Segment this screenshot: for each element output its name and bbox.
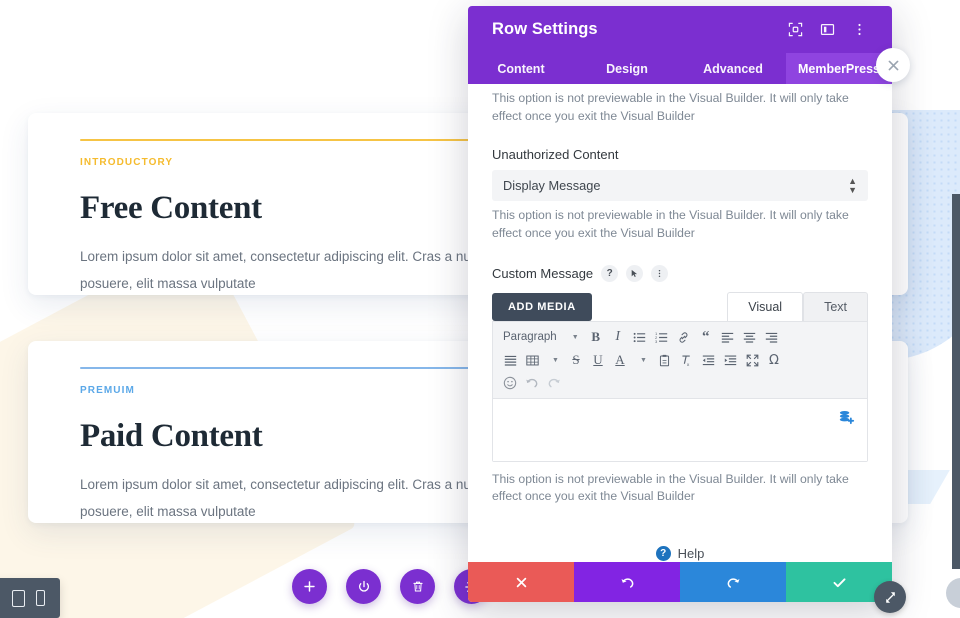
trash-button[interactable] [400, 569, 435, 604]
strikethrough-icon[interactable]: S [565, 350, 587, 371]
resize-diagonal-icon [885, 591, 895, 603]
align-center-icon[interactable] [739, 327, 761, 348]
redo-button[interactable] [680, 562, 786, 602]
hint-top: This option is not previewable in the Vi… [492, 91, 849, 123]
modal-header: Row Settings [468, 6, 892, 53]
emoji-icon[interactable] [499, 373, 521, 394]
editor-toolbar-row-2: ▼ S U A ▼ x Ω [499, 349, 861, 372]
tab-content[interactable]: Content [468, 53, 574, 84]
builder-action-buttons [292, 569, 489, 604]
tablet-icon[interactable] [11, 589, 25, 607]
layout-panel-icon[interactable] [814, 17, 840, 43]
special-character-icon[interactable]: Ω [763, 350, 785, 371]
blockquote-icon[interactable]: “ [695, 327, 717, 348]
focus-icon[interactable] [782, 17, 808, 43]
align-right-icon[interactable] [761, 327, 783, 348]
help-label: Help [677, 546, 705, 562]
svg-text:x: x [686, 363, 689, 367]
clear-formatting-icon[interactable]: x [675, 350, 697, 371]
power-button[interactable] [346, 569, 381, 604]
add-media-button[interactable]: ADD MEDIA [492, 292, 592, 321]
redo-icon [727, 577, 739, 588]
editor-content-area[interactable] [493, 398, 867, 461]
undo-icon [621, 577, 633, 588]
text-color-icon[interactable]: A [609, 350, 631, 371]
format-select[interactable]: Paragraph [499, 327, 563, 348]
close-icon [516, 577, 526, 587]
numbered-list-icon[interactable]: 123 [651, 327, 673, 348]
custom-message-hint: This option is not previewable in the Vi… [492, 471, 849, 504]
cancel-button[interactable] [468, 562, 574, 602]
unauthorized-content-value: Display Message [503, 178, 601, 194]
more-vertical-icon[interactable] [846, 17, 872, 43]
format-select-caret[interactable]: ▼ [563, 327, 585, 348]
chevron-updown-icon: ▲ ▼ [848, 175, 857, 195]
tab-text[interactable]: Text [803, 291, 868, 321]
database-add-icon[interactable] [838, 409, 855, 431]
more-vertical-icon[interactable] [651, 264, 669, 282]
table-icon[interactable] [521, 350, 543, 371]
tab-visual[interactable]: Visual [727, 291, 804, 321]
modal-title: Row Settings [492, 20, 598, 38]
indent-icon[interactable] [719, 350, 741, 371]
link-icon[interactable] [673, 327, 695, 348]
cursor-pointer-icon[interactable] [626, 264, 644, 282]
help-question-icon[interactable]: ? [601, 264, 619, 282]
resize-handle[interactable] [874, 581, 906, 613]
undo-icon[interactable] [521, 373, 543, 394]
align-justify-icon[interactable] [499, 350, 521, 371]
trash-icon [412, 581, 423, 592]
screen: INTRODUCTORY Free Content Lorem ipsum do… [0, 0, 960, 618]
bulleted-list-icon[interactable] [629, 327, 651, 348]
help-question-icon: ? [655, 546, 671, 562]
close-button[interactable] [876, 48, 910, 82]
check-icon [833, 577, 845, 587]
outdent-icon[interactable] [697, 350, 719, 371]
unauthorized-content-select[interactable]: Display Message ▲ ▼ [492, 170, 868, 202]
custom-message-label-row: Custom Message ? [492, 264, 868, 282]
editor-toolbar: Paragraph ▼ B I 123 “ ▼ S U A ▼ x Ω [493, 321, 867, 399]
modal-tabs: Content Design Advanced MemberPress [468, 53, 892, 84]
unauthorized-content-hint: This option is not previewable in the Vi… [492, 208, 849, 241]
device-preview-toolbar[interactable] [0, 578, 60, 618]
text-color-caret[interactable]: ▼ [631, 350, 653, 371]
bold-icon[interactable]: B [585, 327, 607, 348]
editor-toolbar-row-1: Paragraph ▼ B I 123 “ [499, 326, 861, 349]
editor-mode-tabs: Visual Text [727, 291, 868, 321]
rich-text-editor: Paragraph ▼ B I 123 “ ▼ S U A ▼ x Ω [492, 320, 868, 462]
undo-button[interactable] [574, 562, 680, 602]
help-link[interactable]: ? Help [492, 546, 868, 562]
row-settings-modal: Row Settings Content Design Advanced Mem… [468, 6, 892, 602]
mobile-icon[interactable] [35, 590, 45, 606]
custom-message-label: Custom Message [492, 265, 594, 281]
plus-icon [304, 581, 315, 592]
fullscreen-icon[interactable] [741, 350, 763, 371]
redo-icon[interactable] [543, 373, 565, 394]
unauthorized-content-label: Unauthorized Content [492, 147, 619, 163]
italic-icon[interactable]: I [607, 327, 629, 348]
editor-top-row: ADD MEDIA Visual Text [492, 291, 868, 321]
modal-scrollbar[interactable] [952, 194, 960, 569]
modal-body: This option is not previewable in the Vi… [468, 84, 892, 562]
editor-toolbar-row-3 [499, 372, 861, 395]
align-left-icon[interactable] [717, 327, 739, 348]
power-icon [358, 580, 369, 592]
underline-icon[interactable]: U [587, 350, 609, 371]
add-button[interactable] [292, 569, 327, 604]
tab-design[interactable]: Design [574, 53, 680, 84]
close-icon [888, 60, 898, 70]
tab-advanced[interactable]: Advanced [680, 53, 786, 84]
table-caret[interactable]: ▼ [543, 350, 565, 371]
modal-footer [468, 562, 892, 602]
paste-as-text-icon[interactable] [653, 350, 675, 371]
svg-text:3: 3 [655, 339, 658, 344]
